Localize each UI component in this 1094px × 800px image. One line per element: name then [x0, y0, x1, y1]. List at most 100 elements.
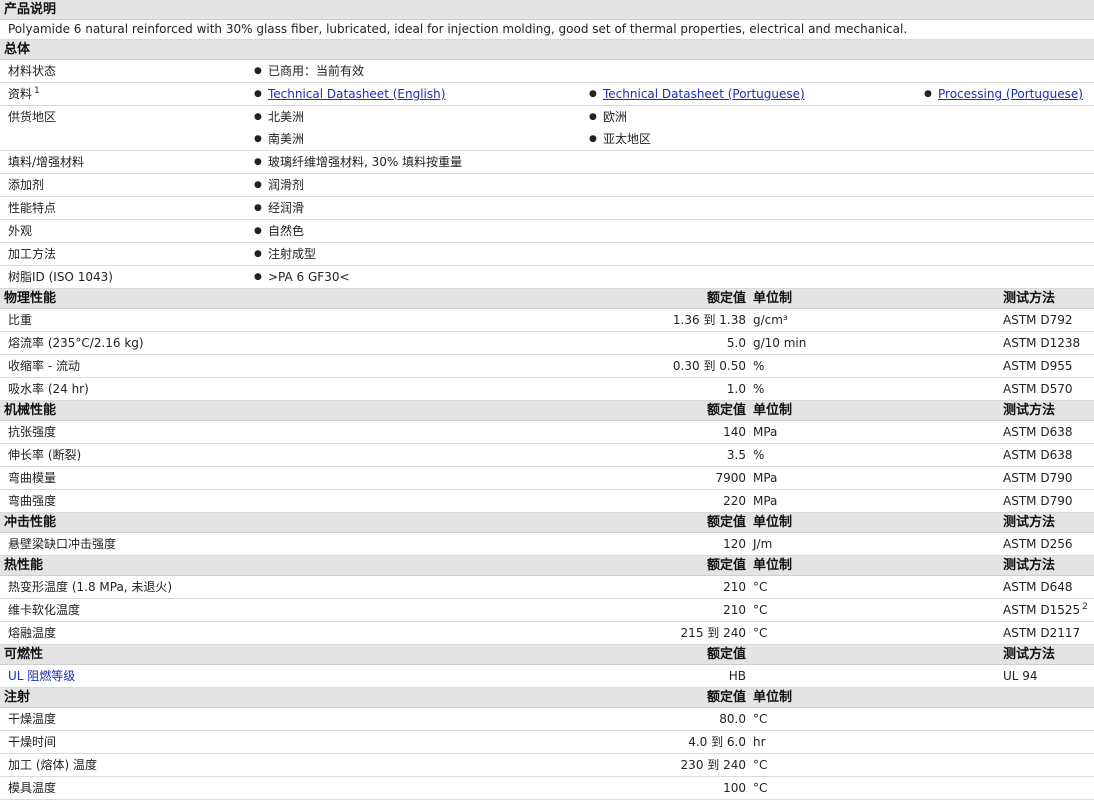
property-unit: MPa	[753, 425, 778, 439]
property-test-method: ASTM D638	[1003, 448, 1073, 462]
property-test-method: UL 94	[1003, 669, 1038, 683]
col-test: 测试方法	[1003, 647, 1056, 662]
col-nominal: 额定值	[706, 690, 746, 705]
col-nominal: 额定值	[706, 558, 746, 573]
property-value: 1.0	[726, 382, 746, 396]
property-label: 维卡软化温度	[8, 603, 81, 617]
property-value: HB	[728, 669, 746, 683]
row-material-status: 材料状态 已商用：当前有效	[0, 60, 1094, 83]
section-title: 冲击性能	[4, 515, 57, 530]
section-title: 总体	[4, 42, 31, 57]
row-label: 树脂ID (ISO 1043)	[8, 270, 113, 284]
row-value: 润滑剂	[254, 174, 304, 196]
property-label: 弯曲模量	[8, 471, 57, 485]
property-test-method: ASTM D790	[1003, 494, 1073, 508]
row-value: 注射成型	[254, 243, 316, 265]
property-label: 抗张强度	[8, 425, 57, 439]
property-label: 模具温度	[8, 781, 57, 795]
row-value: >PA 6 GF30<	[254, 266, 349, 288]
region-item: 南美洲	[254, 128, 304, 150]
property-unit: g/10 min	[753, 336, 807, 350]
property-unit: MPa	[753, 494, 778, 508]
property-unit: hr	[753, 735, 766, 749]
property-value: 100	[723, 781, 746, 795]
section-title: 热性能	[4, 558, 44, 573]
col-nominal: 额定值	[706, 403, 746, 418]
property-unit: °C	[753, 758, 768, 772]
col-test: 测试方法	[1003, 291, 1056, 306]
row-regions: 供货地区 北美洲 欧洲 南美洲 亚太地区	[0, 106, 1094, 151]
section-header-description: 产品说明	[0, 0, 1094, 20]
datasheet-page: 产品说明 Polyamide 6 natural reinforced with…	[0, 0, 1094, 800]
property-test-method: ASTM D792	[1003, 313, 1073, 327]
property-unit: °C	[753, 603, 768, 617]
row-value: 自然色	[254, 220, 304, 242]
property-value: 7900	[715, 471, 746, 485]
property-row: 收缩率 - 流动 0.30 到 0.50% ASTM D955	[0, 355, 1094, 378]
region-item: 北美洲	[254, 106, 304, 128]
property-unit: %	[753, 448, 765, 462]
property-value: 220	[723, 494, 746, 508]
property-test-method: ASTM D1525 2	[1003, 602, 1088, 617]
property-label: 干燥时间	[8, 735, 57, 749]
row-processing-method: 加工方法 注射成型	[0, 243, 1094, 266]
property-value: 120	[723, 537, 746, 551]
section-header: 热性能 额定值 单位制 测试方法	[0, 556, 1094, 576]
property-row: 熔流率 (235°C/2.16 kg) 5.0 g/10 min ASTM D1238	[0, 332, 1094, 355]
property-unit: J/m	[753, 537, 773, 551]
product-description: Polyamide 6 natural reinforced with 30% …	[0, 20, 1094, 40]
property-unit: %	[753, 359, 765, 373]
property-test-method: ASTM D2117	[1003, 626, 1081, 640]
property-value: 1.36 到 1.38	[672, 313, 746, 327]
col-nominal: 额定值	[706, 647, 746, 662]
property-label: 热变形温度 (1.8 MPa, 未退火)	[8, 580, 173, 594]
property-test-method: ASTM D1238	[1003, 336, 1081, 350]
section-header: 注射 额定值 单位制	[0, 688, 1094, 708]
property-row: 维卡软化温度 210 °C ASTM D1525 2	[0, 599, 1094, 622]
property-row: 抗张强度 140 MPa ASTM D638	[0, 421, 1094, 444]
property-row: 热变形温度 (1.8 MPa, 未退火) 210 °C ASTM D648	[0, 576, 1094, 599]
row-label: 材料状态	[8, 64, 57, 78]
col-test: 测试方法	[1003, 558, 1056, 573]
property-row: 悬壁梁缺口冲击强度 120 J/m ASTM D256	[0, 533, 1094, 556]
property-unit: °C	[753, 626, 768, 640]
property-label: 弯曲强度	[8, 494, 57, 508]
property-label: 干燥温度	[8, 712, 57, 726]
col-unit: 单位制	[753, 291, 793, 306]
link-datasheet-english[interactable]: Technical Datasheet (English)	[268, 87, 445, 101]
property-test-method: ASTM D570	[1003, 382, 1073, 396]
region-item: 欧洲	[589, 106, 627, 128]
link-datasheet-portuguese[interactable]: Technical Datasheet (Portuguese)	[603, 87, 805, 101]
property-label: 吸水率 (24 hr)	[8, 382, 89, 396]
col-test: 测试方法	[1003, 515, 1056, 530]
property-value: 230 到 240	[680, 758, 746, 772]
col-nominal: 额定值	[706, 515, 746, 530]
property-label: 伸长率 (断裂)	[8, 448, 82, 462]
property-row: 干燥时间 4.0 到 6.0 hr	[0, 731, 1094, 754]
property-label: 加工 (熔体) 温度	[8, 758, 97, 772]
property-row: UL 阻燃等级 HB UL 94	[0, 665, 1094, 688]
property-unit: %	[753, 382, 765, 396]
col-unit: 单位制	[753, 558, 793, 573]
row-label: 性能特点	[8, 201, 57, 215]
row-label: 填料/增强材料	[8, 155, 85, 169]
property-row: 吸水率 (24 hr) 1.0% ASTM D570	[0, 378, 1094, 401]
property-unit: g/cm³	[753, 313, 788, 327]
property-unit: °C	[753, 580, 768, 594]
row-label: 资料 1	[8, 86, 40, 101]
section-title: 注射	[4, 690, 31, 705]
link-processing-portuguese[interactable]: Processing (Portuguese)	[938, 87, 1083, 101]
row-appearance: 外观 自然色	[0, 220, 1094, 243]
property-test-method: ASTM D256	[1003, 537, 1073, 551]
property-test-method: ASTM D638	[1003, 425, 1073, 439]
property-unit: °C	[753, 712, 768, 726]
section-header-general: 总体	[0, 40, 1094, 60]
col-unit: 单位制	[753, 403, 793, 418]
property-row: 熔融温度 215 到 240 °C ASTM D2117	[0, 622, 1094, 645]
property-sections: 物理性能 额定值 单位制 测试方法 比重 1.36 到 1.38 g/cm³ ASTM D79…	[0, 289, 1094, 800]
property-value: 80.0	[719, 712, 746, 726]
property-label: 悬壁梁缺口冲击强度	[8, 537, 117, 551]
property-value: 210	[723, 580, 746, 594]
row-value: 已商用：当前有效	[254, 60, 364, 82]
property-value: 5.0	[726, 336, 746, 350]
